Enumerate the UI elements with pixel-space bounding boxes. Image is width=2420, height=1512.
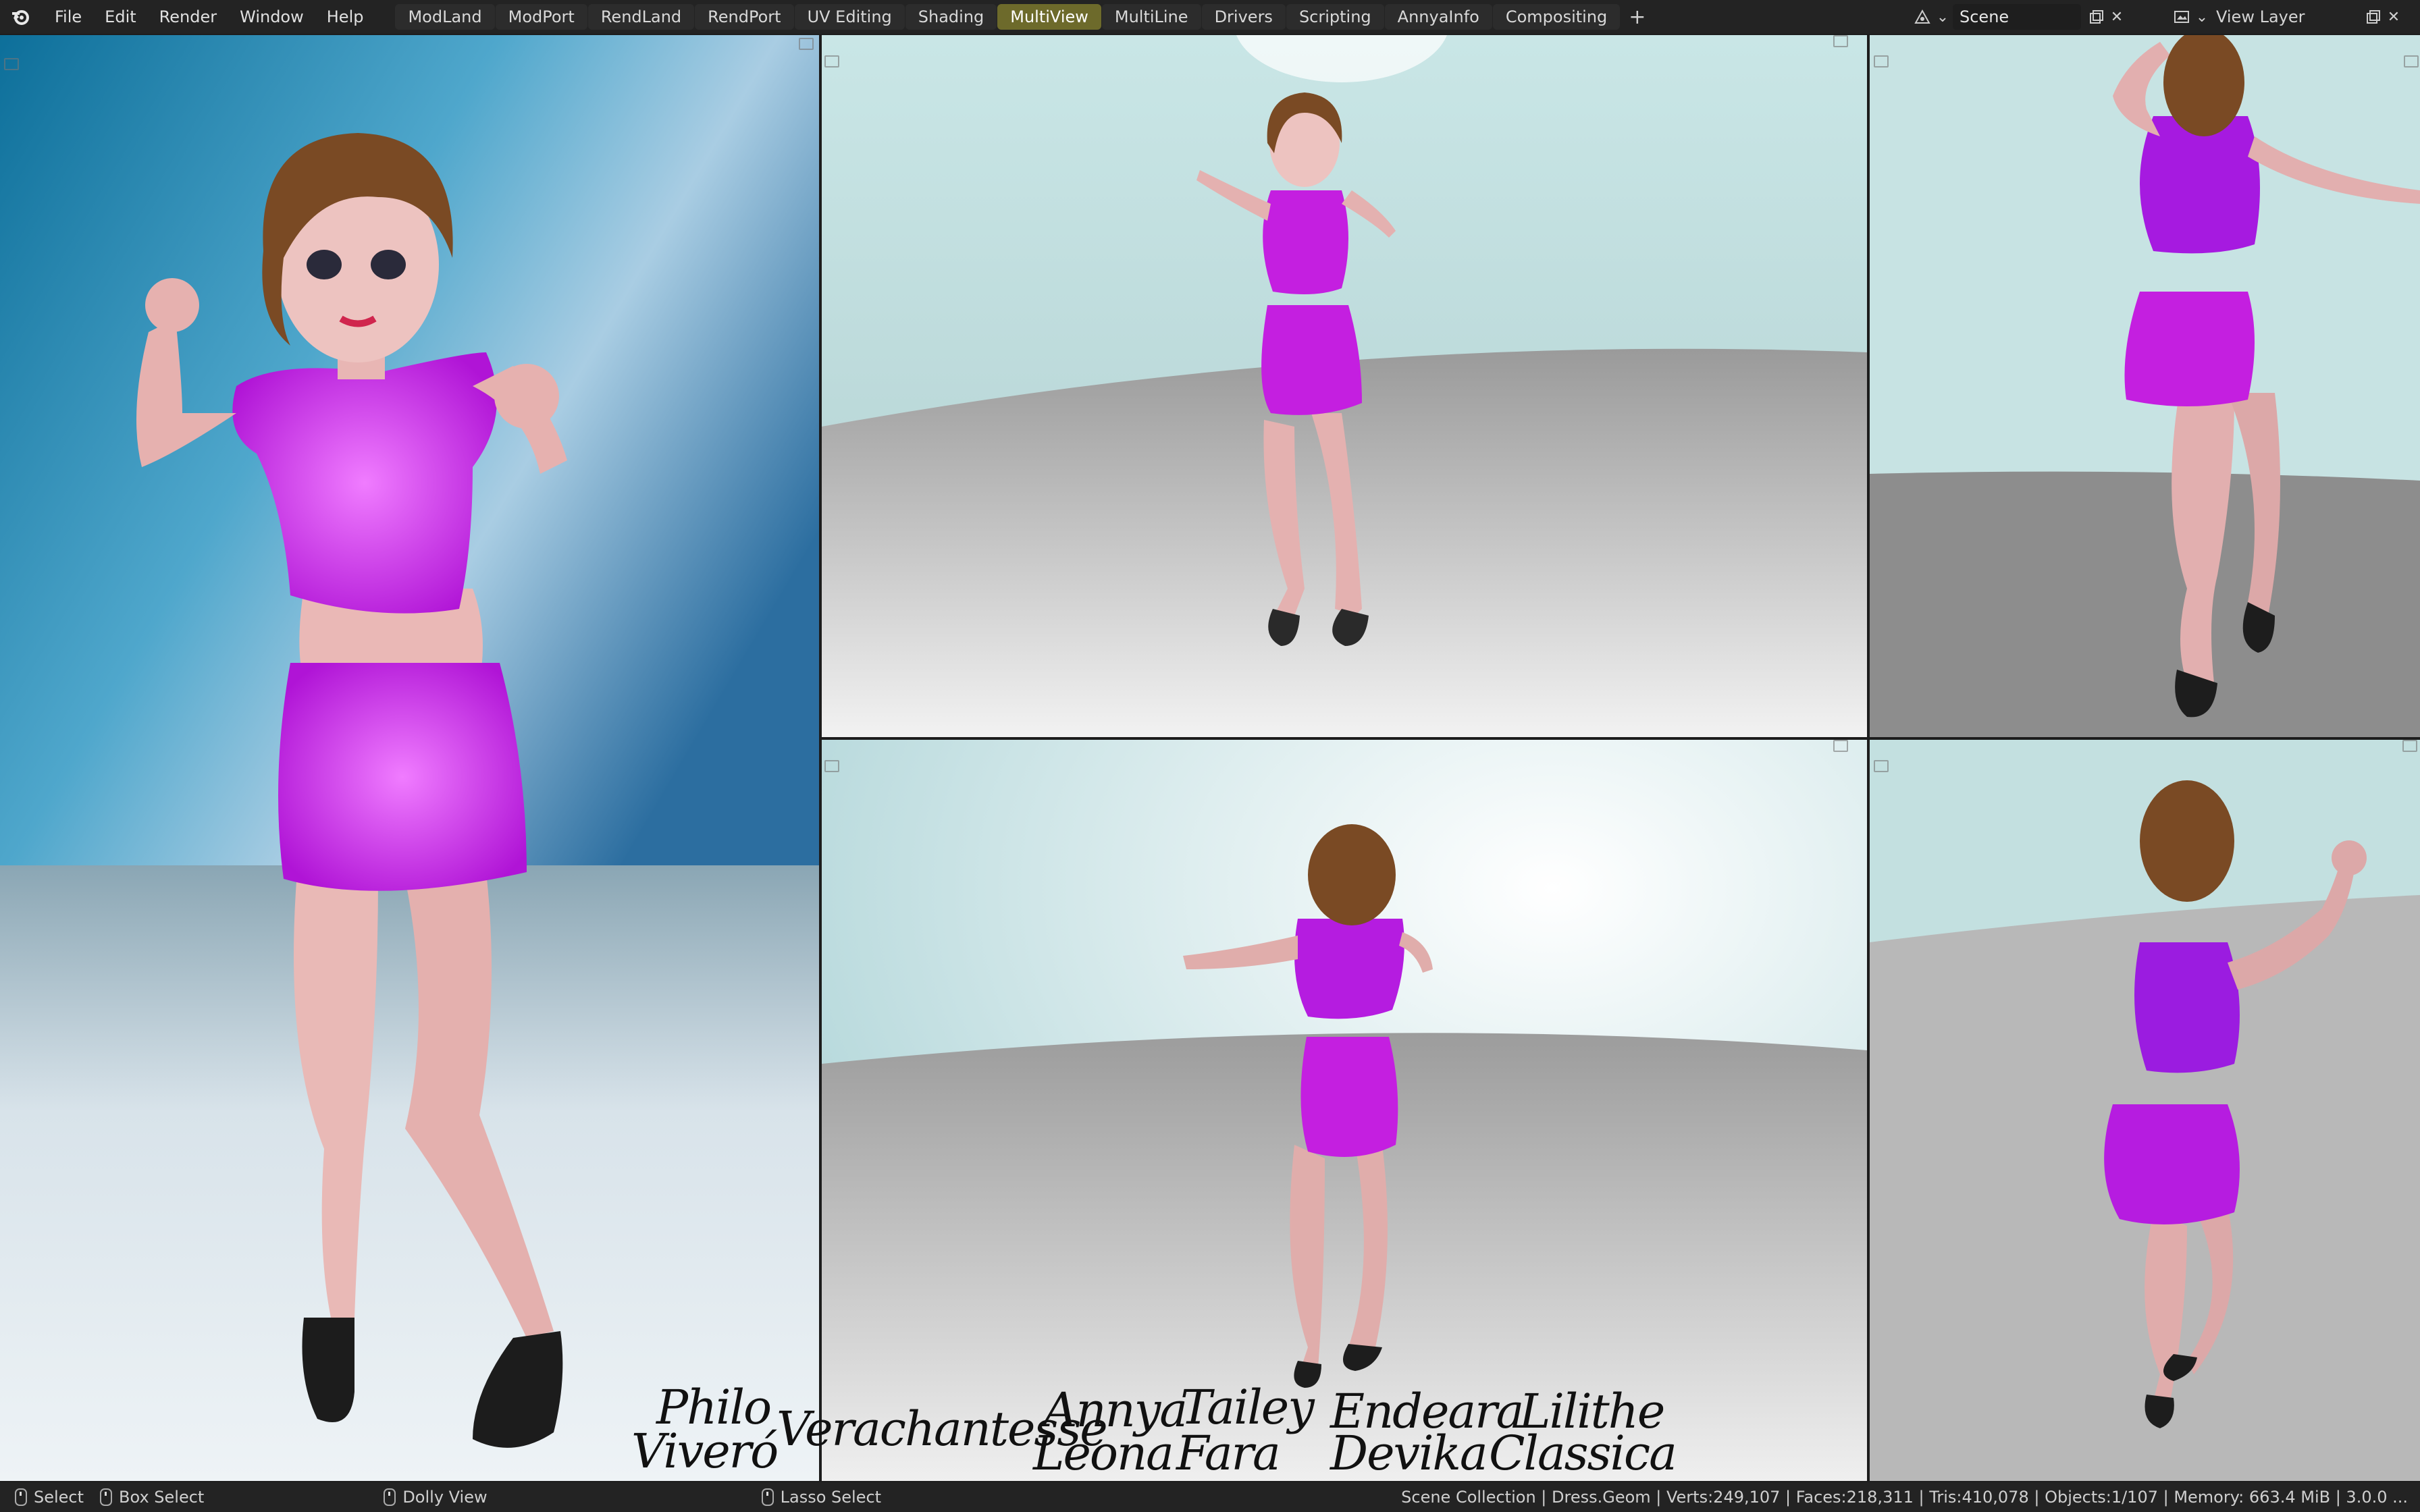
name-devika: Devika	[1330, 1426, 1488, 1481]
workspace-tabs: ModLand ModPort RendLand RendPort UV Edi…	[395, 0, 1654, 34]
viewport-top-center[interactable]	[822, 35, 1867, 737]
area-corner-icon[interactable]	[4, 58, 19, 70]
status-select-label: Select	[34, 1488, 84, 1507]
new-scene-icon[interactable]	[2086, 7, 2107, 27]
chevron-down-icon[interactable]: ⌄	[1932, 7, 1953, 27]
menu-file[interactable]: File	[43, 0, 93, 34]
blender-logo-icon[interactable]	[9, 6, 31, 28]
name-fara: Fara	[1176, 1426, 1281, 1481]
status-select: Select	[0, 1488, 84, 1507]
mouse-middle-icon	[100, 1488, 113, 1506]
add-workspace-button[interactable]: +	[1621, 5, 1654, 29]
area-corner-icon[interactable]	[824, 760, 839, 772]
mouse-left-icon	[15, 1488, 27, 1506]
menu-help[interactable]: Help	[315, 0, 375, 34]
menu-render[interactable]: Render	[148, 0, 228, 34]
name-leona: Leona	[1033, 1426, 1174, 1481]
status-box-select: Box Select	[100, 1488, 204, 1507]
tab-shading[interactable]: Shading	[905, 4, 997, 30]
area-corner-icon[interactable]	[799, 38, 814, 50]
menu-edit[interactable]: Edit	[93, 0, 147, 34]
area-corner-icon[interactable]	[1833, 740, 1848, 752]
viewport-top-right[interactable]	[1870, 35, 2420, 737]
status-dolly-view-label: Dolly View	[402, 1488, 488, 1507]
new-view-layer-icon[interactable]	[2363, 7, 2384, 27]
menu-window[interactable]: Window	[228, 0, 315, 34]
render-scene-front-far	[822, 35, 1867, 737]
status-bar: Select Box Select Dolly View Lasso Selec…	[0, 1482, 2420, 1512]
render-scene-front	[0, 35, 819, 1481]
status-lasso-select-label: Lasso Select	[780, 1488, 882, 1507]
scene-icon[interactable]	[1912, 7, 1932, 27]
scene-statistics: Scene Collection | Dress.Geom | Verts:24…	[1401, 1488, 2408, 1507]
scene-name-field[interactable]: Scene	[1953, 4, 2081, 30]
chevron-down-icon[interactable]: ⌄	[2192, 7, 2212, 27]
name-classica: Classica	[1489, 1426, 1677, 1481]
viewport-left-render[interactable]	[0, 35, 819, 1481]
area-corner-icon[interactable]	[1874, 55, 1889, 68]
viewport-bottom-right[interactable]	[1870, 740, 2420, 1481]
tab-uv-editing[interactable]: UV Editing	[794, 4, 905, 30]
close-scene-icon[interactable]: ✕	[2107, 7, 2127, 27]
status-box-select-label: Box Select	[119, 1488, 205, 1507]
close-view-layer-icon[interactable]: ✕	[2384, 7, 2404, 27]
tab-modport[interactable]: ModPort	[495, 4, 587, 30]
names-overlay: Philo Viveró Verachantesse Annya Leona T…	[608, 1357, 1688, 1492]
tab-modland[interactable]: ModLand	[395, 4, 495, 30]
top-bar: File Edit Render Window Help ModLand Mod…	[0, 0, 2420, 34]
tab-compositing[interactable]: Compositing	[1492, 4, 1621, 30]
tab-drivers[interactable]: Drivers	[1201, 4, 1286, 30]
render-scene-back-side	[1870, 740, 2420, 1481]
tab-rendland[interactable]: RendLand	[587, 4, 695, 30]
view-layer-name-field[interactable]: View Layer	[2216, 7, 2358, 26]
view-layer-icon[interactable]	[2172, 7, 2192, 27]
status-dolly-view: Dolly View	[369, 1488, 488, 1507]
mouse-right-icon	[761, 1488, 774, 1506]
tab-annyainfo[interactable]: AnnyaInfo	[1384, 4, 1492, 30]
area-corner-icon[interactable]	[2402, 740, 2417, 752]
area-corner-icon[interactable]	[1833, 35, 1848, 47]
tab-rendport[interactable]: RendPort	[695, 4, 794, 30]
area-corner-icon[interactable]	[2404, 55, 2419, 68]
name-tailey: Tailey	[1180, 1380, 1315, 1435]
status-lasso-select: Lasso Select	[747, 1488, 881, 1507]
area-corner-icon[interactable]	[1874, 760, 1889, 772]
scene-selector: ⌄ Scene ✕	[1912, 0, 2127, 34]
tab-scripting[interactable]: Scripting	[1286, 4, 1384, 30]
area-corner-icon[interactable]	[824, 55, 839, 68]
mouse-middle-icon	[384, 1488, 396, 1506]
render-scene-side	[1870, 35, 2420, 737]
tab-multiline[interactable]: MultiLine	[1101, 4, 1201, 30]
name-viverro: Viveró	[631, 1424, 779, 1479]
view-layer-selector: ⌄ View Layer ✕	[2172, 0, 2404, 34]
tab-multiview[interactable]: MultiView	[997, 4, 1101, 30]
